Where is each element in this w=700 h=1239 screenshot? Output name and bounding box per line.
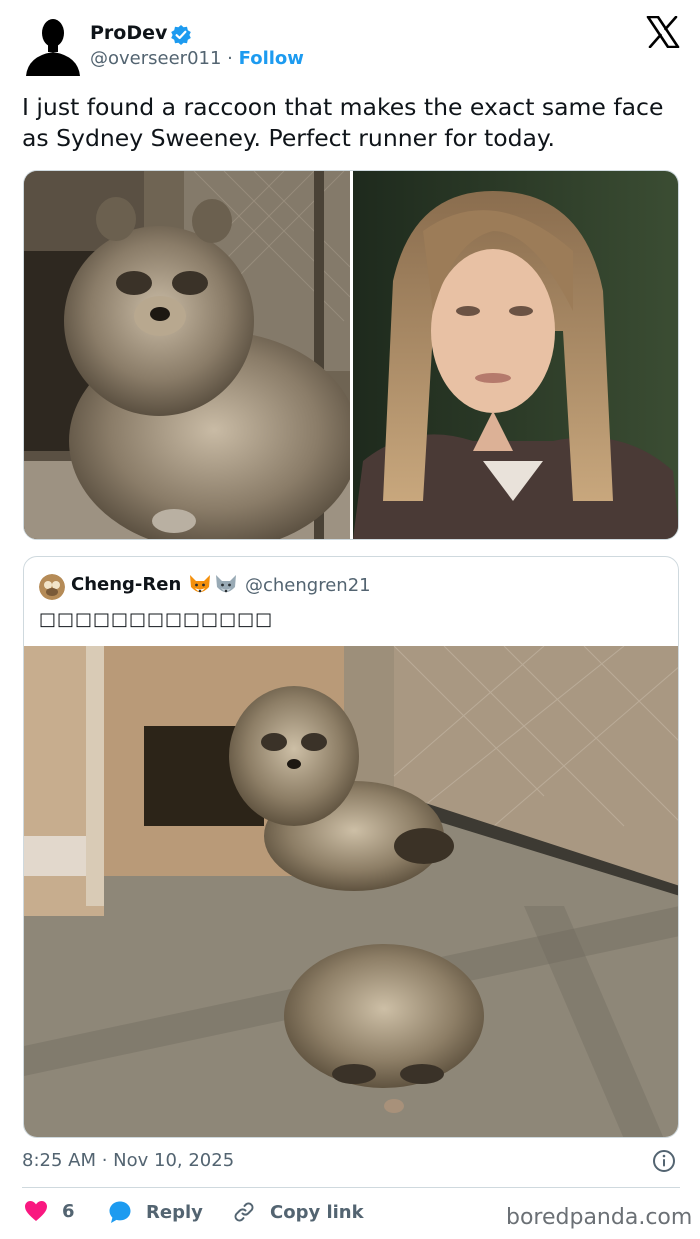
copy-link-label: Copy link bbox=[270, 1201, 364, 1223]
verified-badge-icon bbox=[171, 25, 191, 45]
divider bbox=[22, 1187, 680, 1188]
heart-icon bbox=[25, 1201, 47, 1221]
author-name[interactable]: ProDev bbox=[90, 22, 167, 44]
quote-author-name[interactable]: Cheng-Ren bbox=[71, 574, 181, 595]
fox-face-icon bbox=[190, 575, 210, 593]
info-icon[interactable] bbox=[652, 1149, 676, 1173]
woman-photo[interactable] bbox=[353, 171, 678, 539]
reply-bubble-icon bbox=[109, 1201, 131, 1223]
like-count: 6 bbox=[62, 1200, 75, 1222]
avatar[interactable] bbox=[24, 16, 82, 76]
tweet-timestamp[interactable]: 8:25 AM · Nov 10, 2025 bbox=[22, 1150, 234, 1171]
tweet-text: I just found a raccoon that makes the ex… bbox=[22, 93, 664, 152]
like-button[interactable]: 6 bbox=[24, 1200, 75, 1222]
watermark: boredpanda.com bbox=[506, 1205, 693, 1230]
link-icon bbox=[234, 1202, 254, 1222]
x-logo-icon[interactable] bbox=[646, 16, 680, 48]
follow-button[interactable]: Follow bbox=[239, 48, 304, 69]
quote-avatar[interactable] bbox=[39, 574, 65, 600]
tweet-media-grid[interactable] bbox=[23, 170, 679, 540]
copy-link-button[interactable]: Copy link bbox=[232, 1200, 364, 1224]
wolf-face-icon bbox=[216, 575, 236, 593]
handle-row: @overseer011 · Follow bbox=[90, 48, 304, 69]
quoted-tweet[interactable]: Cheng-Ren @chengren21 □□□□□□□□□□□□□ bbox=[23, 556, 679, 1138]
separator: · bbox=[227, 48, 233, 69]
quote-text: □□□□□□□□□□□□□ bbox=[39, 609, 274, 630]
quote-author-handle[interactable]: @chengren21 bbox=[245, 575, 371, 596]
author-handle[interactable]: @overseer011 bbox=[90, 48, 221, 69]
reply-button[interactable]: Reply bbox=[108, 1200, 203, 1224]
reply-label: Reply bbox=[146, 1201, 203, 1223]
tweet-card: ProDev @overseer011 · Follow I just foun… bbox=[0, 0, 700, 1239]
raccoon-photo[interactable] bbox=[24, 171, 350, 539]
raccoons-photo[interactable] bbox=[24, 646, 678, 1137]
